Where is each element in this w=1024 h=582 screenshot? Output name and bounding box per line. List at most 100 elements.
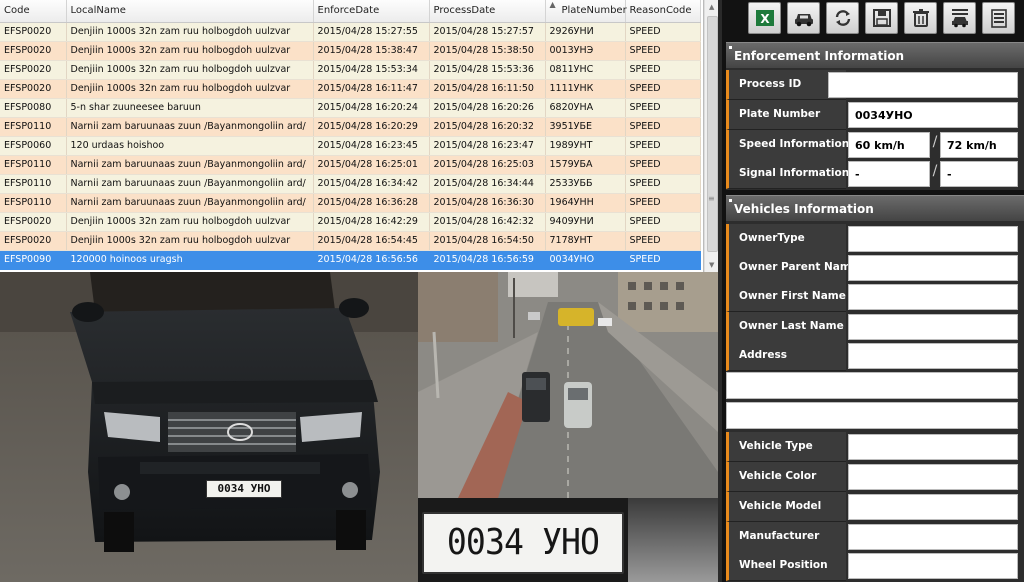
table-body: EFSP0020 Denjiin 1000s 32n zam ruu holbog… xyxy=(0,22,701,270)
manufacturer-row: Manufacturer xyxy=(726,522,1024,552)
signal-information-row: Signal Information - / - xyxy=(726,159,1024,189)
speed-limit-field[interactable]: 60 km/h xyxy=(848,132,930,158)
process-id-row: Process ID xyxy=(726,70,1024,100)
table-row[interactable]: EFSP0080 5-n shar zuuneesee baruun 2015/04… xyxy=(0,98,701,118)
speed-information-label: Speed Information xyxy=(726,130,849,160)
owner-type-field[interactable] xyxy=(848,226,1018,252)
address-line-3-field[interactable] xyxy=(726,402,1018,429)
measured-speed-field[interactable]: 72 km/h xyxy=(940,132,1018,158)
column-header-processdate[interactable]: ProcessDate xyxy=(429,0,546,23)
table-row[interactable]: EFSP0110 Narnii zam baruunaas zuun /Bayan… xyxy=(0,174,701,194)
app-window: Code LocalName EnforceDate ProcessDate ▲… xyxy=(0,0,1024,582)
vehicle-front-photo: 0034 УНО xyxy=(0,272,418,582)
cell-platenumber: 1111УНК xyxy=(545,79,626,99)
car-details-button[interactable] xyxy=(943,2,976,34)
cell-reasoncode: SPEED xyxy=(625,41,701,61)
owner-parent-name-row: Owner Parent Name xyxy=(726,253,1024,283)
cell-platenumber: 3951УБЕ xyxy=(545,117,626,137)
table-row[interactable]: EFSP0020 Denjiin 1000s 32n zam ruu holbog… xyxy=(0,79,701,99)
cell-code: EFSP0110 xyxy=(0,193,67,213)
table-row[interactable]: EFSP0020 Denjiin 1000s 32n zam ruu holbog… xyxy=(0,22,701,42)
table-row[interactable]: EFSP0110 Narnii zam baruunaas zuun /Bayan… xyxy=(0,193,701,213)
cell-enforcedate: 2015/04/28 15:27:55 xyxy=(313,22,430,42)
export-excel-button[interactable]: X xyxy=(748,2,781,34)
speed-information-row: Speed Information 60 km/h / 72 km/h xyxy=(726,130,1024,160)
cell-platenumber: 6820УНА xyxy=(545,98,626,118)
manufacturer-field[interactable] xyxy=(848,524,1018,550)
wheel-position-row: Wheel Position xyxy=(726,551,1024,581)
delete-button[interactable] xyxy=(904,2,937,34)
plate-closeup-bg-shadow xyxy=(628,498,718,582)
column-header-enforcedate[interactable]: EnforceDate xyxy=(313,0,430,23)
scroll-up-arrow-icon[interactable]: ▲ xyxy=(709,3,714,11)
table-row[interactable]: EFSP0110 Narnii zam baruunaas zuun /Bayan… xyxy=(0,117,701,137)
address-field[interactable] xyxy=(848,343,1018,369)
sort-ascending-icon: ▲ xyxy=(549,0,556,9)
table-row[interactable]: EFSP0020 Denjiin 1000s 32n zam ruu holbog… xyxy=(0,212,701,232)
vehicle-color-field[interactable] xyxy=(848,464,1018,490)
wheel-position-label: Wheel Position xyxy=(726,551,846,581)
vehicle-color-row: Vehicle Color xyxy=(726,462,1024,492)
table-row[interactable]: EFSP0110 Narnii zam baruunaas zuun /Bayan… xyxy=(0,155,701,175)
cell-localname: Denjiin 1000s 32n zam ruu holbogdoh uulz… xyxy=(66,231,314,251)
scrollbar-thumb[interactable] xyxy=(707,16,718,252)
table-row[interactable]: EFSP0020 Denjiin 1000s 32n zam ruu holbog… xyxy=(0,231,701,251)
address-row: Address xyxy=(726,341,1024,371)
owner-first-name-field[interactable] xyxy=(848,284,1018,310)
car-icon xyxy=(795,14,813,27)
cell-processdate: 2015/04/28 15:53:36 xyxy=(429,60,546,80)
address-line-2-field[interactable] xyxy=(726,372,1018,399)
table-row[interactable]: EFSP0060 120 urdaas hoishoo 2015/04/28 16:… xyxy=(0,136,701,156)
scroll-down-arrow-icon[interactable]: ▼ xyxy=(709,261,714,269)
cell-platenumber: 1989УНТ xyxy=(545,136,626,156)
list-view-button[interactable] xyxy=(982,2,1015,34)
column-header-reasoncode[interactable]: ReasonCode xyxy=(625,0,701,23)
enforcement-section-header: Enforcement Information xyxy=(726,42,1024,68)
cell-enforcedate: 2015/04/28 16:34:42 xyxy=(313,174,430,194)
cell-enforcedate: 2015/04/28 16:20:24 xyxy=(313,98,430,118)
vehicle-type-field[interactable] xyxy=(848,434,1018,460)
vehicle-model-field[interactable] xyxy=(848,494,1018,520)
excel-icon-glyph: X xyxy=(760,12,770,26)
cell-processdate: 2015/04/28 16:25:03 xyxy=(429,155,546,175)
cell-localname: Narnii zam baruunaas zuun /Bayanmongolii… xyxy=(66,155,314,175)
cell-code: EFSP0020 xyxy=(0,79,67,99)
plate-closeup-photo: 0034 УНО xyxy=(418,498,718,582)
cell-localname: Denjiin 1000s 32n zam ruu holbogdoh uulz… xyxy=(66,41,314,61)
cell-localname: 120 urdaas hoishoo xyxy=(66,136,314,156)
cell-reasoncode: SPEED xyxy=(625,155,701,175)
table-row[interactable]: EFSP0020 Denjiin 1000s 32n zam ruu holbog… xyxy=(0,60,701,80)
signal-value-1-field[interactable]: - xyxy=(848,161,930,187)
vehicle-color-label: Vehicle Color xyxy=(726,462,846,492)
cell-reasoncode: SPEED xyxy=(625,79,701,99)
cell-code: EFSP0060 xyxy=(0,136,67,156)
plate-number-field[interactable]: 0034УНО xyxy=(848,102,1018,128)
save-button[interactable] xyxy=(865,2,898,34)
cell-processdate: 2015/04/28 16:11:50 xyxy=(429,79,546,99)
cell-code: EFSP0090 xyxy=(0,250,67,270)
cell-platenumber: 1579УБА xyxy=(545,155,626,175)
owner-parent-name-field[interactable] xyxy=(848,255,1018,281)
refresh-button[interactable] xyxy=(826,2,859,34)
cell-code: EFSP0110 xyxy=(0,155,67,175)
signal-value-2-field[interactable]: - xyxy=(940,161,1018,187)
cell-code: EFSP0020 xyxy=(0,231,67,251)
cell-enforcedate: 2015/04/28 16:56:56 xyxy=(313,250,430,270)
column-header-localname[interactable]: LocalName xyxy=(66,0,314,23)
cell-processdate: 2015/04/28 16:20:26 xyxy=(429,98,546,118)
cell-processdate: 2015/04/28 16:36:30 xyxy=(429,193,546,213)
cell-enforcedate: 2015/04/28 16:23:45 xyxy=(313,136,430,156)
column-header-code[interactable]: Code xyxy=(0,0,67,23)
wheel-position-field[interactable] xyxy=(848,553,1018,579)
vehicle-button[interactable] xyxy=(787,2,820,34)
column-header-platenumber[interactable]: ▲ PlateNumber xyxy=(545,0,627,23)
table-row[interactable]: EFSP0020 Denjiin 1000s 32n zam ruu holbog… xyxy=(0,41,701,61)
owner-last-name-field[interactable] xyxy=(848,314,1018,340)
cell-code: EFSP0110 xyxy=(0,117,67,137)
speed-separator: / xyxy=(932,134,938,150)
cell-platenumber: 0013УНЭ xyxy=(545,41,626,61)
save-icon xyxy=(873,9,891,27)
process-id-field[interactable] xyxy=(828,72,1018,98)
vehicles-section-title: Vehicles Information xyxy=(734,202,874,216)
table-row-selected[interactable]: EFSP0090 120000 hoinoos uragsh 2015/04/28 … xyxy=(0,250,701,270)
